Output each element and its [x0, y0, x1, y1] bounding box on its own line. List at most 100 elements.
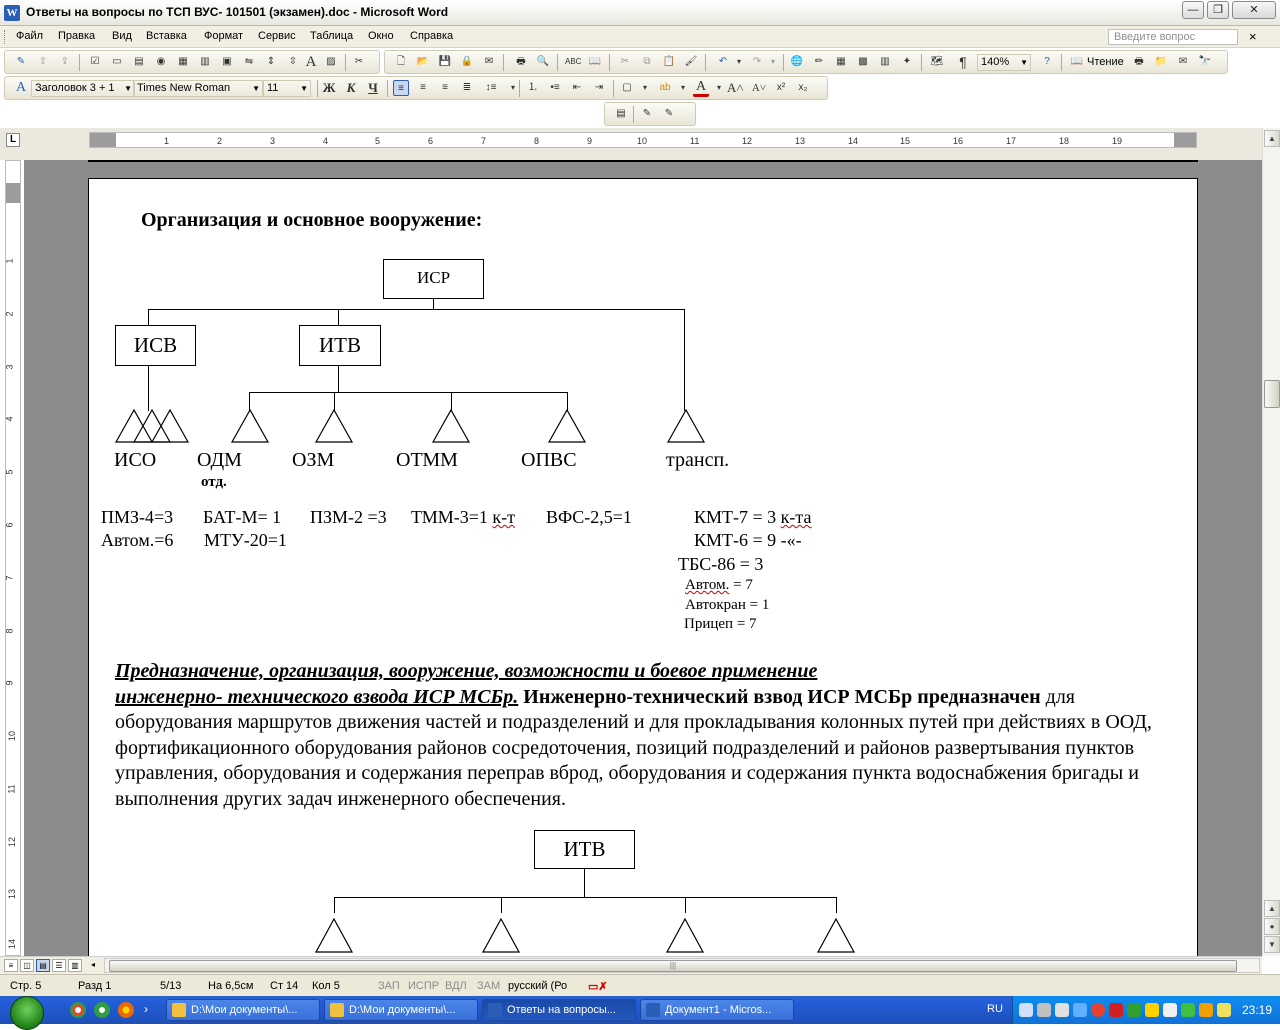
start-button[interactable] — [4, 996, 50, 1030]
firefox-icon[interactable] — [118, 1002, 134, 1018]
status-overtype[interactable]: ЗАМ — [477, 980, 500, 992]
taskbar-button-word-doc1[interactable]: Документ1 - Micros... — [640, 999, 794, 1021]
increase-indent-icon[interactable]: ⇥ — [591, 80, 607, 96]
print-preview-icon[interactable]: 🔍 — [535, 54, 551, 70]
align-left-icon[interactable]: ≡ — [393, 80, 409, 96]
listbox-icon[interactable]: ▦ — [175, 54, 191, 70]
undo-dropdown-icon[interactable]: ▾ — [731, 54, 747, 70]
menu-view[interactable]: Вид — [112, 30, 132, 42]
spelling-icon[interactable]: ABC — [565, 54, 581, 70]
new-document-icon[interactable]: 🗋 — [393, 54, 409, 70]
tray-opera-icon[interactable] — [1091, 1003, 1105, 1017]
superscript-icon[interactable]: x² — [773, 80, 789, 96]
status-rec[interactable]: ЗАП — [378, 980, 400, 992]
folder-icon[interactable]: 📁 — [1153, 54, 1169, 70]
find-icon[interactable]: 🔭 — [1197, 54, 1213, 70]
normal-view-icon[interactable]: ≡ — [4, 959, 18, 972]
taskbar-button-word-answers[interactable]: Ответы на вопросы... — [482, 999, 636, 1021]
cut-icon[interactable]: ✂ — [617, 54, 633, 70]
line-spacing-icon[interactable]: ↕≡ — [483, 80, 499, 96]
align-right-icon[interactable]: ≡ — [437, 80, 453, 96]
mail-icon[interactable]: ✉ — [1175, 54, 1191, 70]
bold-icon[interactable]: Ж — [321, 80, 337, 96]
extra-tool-icon[interactable]: ▤ — [613, 106, 629, 122]
read-label[interactable]: Чтение — [1087, 56, 1124, 68]
menu-window[interactable]: Окно — [368, 30, 394, 42]
tables-borders-icon[interactable]: ✏ — [811, 54, 827, 70]
tray-app-icon[interactable] — [1181, 1003, 1195, 1017]
styles-icon[interactable]: A — [13, 80, 29, 96]
font-select[interactable]: Times New Roman ▼ — [133, 80, 263, 97]
tray-volume-icon[interactable] — [1055, 1003, 1069, 1017]
format-painter-icon[interactable]: 🖌 — [683, 54, 699, 70]
tray-app-icon[interactable] — [1145, 1003, 1159, 1017]
scroll-left-icon[interactable]: ◂ — [86, 959, 100, 972]
save-icon[interactable]: 💾 — [437, 54, 453, 70]
tray-antivirus-icon[interactable] — [1109, 1003, 1123, 1017]
copy-icon[interactable]: ⧉ — [639, 54, 655, 70]
shrink-font-icon[interactable]: A˅ — [751, 80, 767, 96]
paste-icon[interactable]: 📋 — [661, 54, 677, 70]
tray-app-icon[interactable] — [1199, 1003, 1213, 1017]
image-icon[interactable]: ▨ — [323, 54, 339, 70]
tray-app-icon[interactable] — [1127, 1003, 1141, 1017]
scroll-icon[interactable]: ⇳ — [285, 54, 301, 70]
help-icon[interactable]: ? — [1039, 54, 1055, 70]
subscript-icon[interactable]: x₂ — [795, 80, 811, 96]
status-extend[interactable]: ВДЛ — [445, 980, 467, 992]
tray-monitor-icon[interactable] — [1037, 1003, 1051, 1017]
permission-icon[interactable]: 🔒 — [459, 54, 475, 70]
checkbox-icon[interactable]: ☑ — [87, 54, 103, 70]
research-icon[interactable]: 📖 — [587, 54, 603, 70]
open-folder-icon[interactable]: 📂 — [415, 54, 431, 70]
scrollbar-thumb[interactable] — [1264, 380, 1280, 408]
undo-icon[interactable]: ↶ — [715, 54, 731, 70]
taskbar-button-folder1[interactable]: D:\Мои документы\... — [166, 999, 320, 1021]
font-color-icon[interactable]: A — [693, 80, 709, 97]
columns-icon[interactable]: ▥ — [877, 54, 893, 70]
underline-icon[interactable]: Ч — [365, 80, 381, 96]
menu-edit[interactable]: Правка — [58, 30, 95, 42]
print-icon[interactable]: 🖶 — [513, 54, 529, 70]
menu-help[interactable]: Справка — [410, 30, 453, 42]
insert-table-icon[interactable]: ▦ — [833, 54, 849, 70]
edit-icon[interactable]: ✎ — [13, 54, 29, 70]
scroll-up-icon[interactable]: ▲ — [1264, 130, 1280, 147]
table-icon[interactable]: ▥ — [197, 54, 213, 70]
justify-icon[interactable]: ≣ — [459, 80, 475, 96]
vertical-ruler[interactable]: 1 2 3 4 5 6 7 8 9 10 11 12 13 14 — [5, 160, 21, 956]
menu-format[interactable]: Формат — [204, 30, 243, 42]
menu-tools[interactable]: Сервис — [258, 30, 296, 42]
taskbar-button-folder2[interactable]: D:\Мои документы\... — [324, 999, 478, 1021]
menu-file[interactable]: Файл — [16, 30, 43, 42]
insert-excel-icon[interactable]: ▩ — [855, 54, 871, 70]
scroll-down-icon[interactable]: ▼ — [1264, 936, 1280, 953]
tray-app-icon[interactable] — [1073, 1003, 1087, 1017]
extra-tool-icon[interactable]: ✎ — [661, 106, 677, 122]
font-color-dropdown-icon[interactable]: ▾ — [711, 80, 727, 96]
align-center-icon[interactable]: ≡ — [415, 80, 431, 96]
italic-icon[interactable]: К — [343, 80, 359, 96]
close-window-button[interactable]: ✕ — [1232, 1, 1276, 19]
email-icon[interactable]: ✉ — [481, 54, 497, 70]
align-icon[interactable]: ⇋ — [241, 54, 257, 70]
tray-clock[interactable]: 23:19 — [1242, 1003, 1272, 1017]
spelling-status-icon[interactable]: ▭✗ — [588, 980, 608, 993]
reading-view-icon[interactable]: ▥ — [68, 959, 82, 972]
document-page[interactable]: Организация и основное вооружение: ИСР И… — [88, 178, 1198, 958]
frame-icon[interactable]: ▣ — [219, 54, 235, 70]
print-layout-icon[interactable]: ▤ — [36, 959, 50, 972]
show-formatting-icon[interactable]: ¶ — [955, 54, 971, 70]
text-style-icon[interactable]: A — [303, 54, 319, 70]
scroll-up-icon[interactable]: ▲ — [1264, 900, 1280, 917]
tray-app-icon[interactable] — [1217, 1003, 1231, 1017]
chrome-icon[interactable] — [70, 1002, 86, 1018]
border-icon[interactable]: ▢ — [619, 80, 635, 96]
redo-icon[interactable]: ↷ — [749, 54, 765, 70]
quicklaunch-chevron-icon[interactable]: › — [144, 1002, 148, 1016]
web-view-icon[interactable]: ◫ — [20, 959, 34, 972]
hscroll-thumb[interactable]: ||| — [109, 960, 1237, 972]
tray-network-icon[interactable] — [1019, 1003, 1033, 1017]
menu-grip[interactable] — [4, 30, 7, 44]
vertical-scrollbar[interactable]: ▲ ▲ ● ▼ — [1262, 128, 1280, 956]
